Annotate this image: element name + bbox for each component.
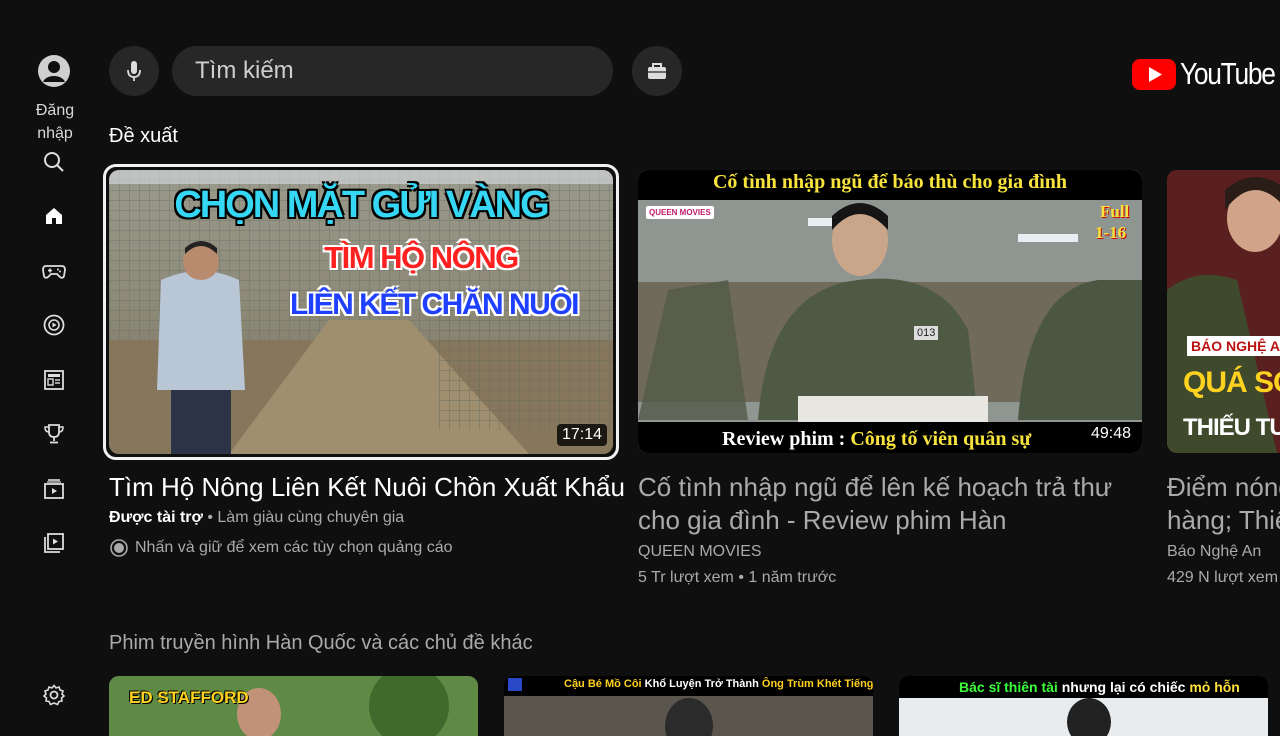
duration-badge: 17:14 xyxy=(556,424,607,446)
search-icon xyxy=(44,152,64,172)
video-thumbnail[interactable]: Cậu Bé Mồ Côi Khổ Luyện Trở Thành Ông Tr… xyxy=(504,676,873,736)
thumbnail-text-2: TÌM HỘ NÔNG xyxy=(324,240,519,275)
movies-icon xyxy=(44,479,64,499)
thumbnail-scene xyxy=(1167,170,1280,453)
video-meta: Được tài trợ • Làm giàu cùng chuyên gia xyxy=(109,509,405,526)
youtube-logo: YouTube xyxy=(1132,56,1280,92)
video-title[interactable]: Cố tình nhập ngũ để lên kế hoạch trả thư… xyxy=(638,471,1112,537)
sign-in-label[interactable]: Đăng nhập xyxy=(20,99,90,145)
thumbnail-text: Bác sĩ thiên tài nhưng lại có chiếc mỏ h… xyxy=(959,679,1240,695)
sidebar-item-home[interactable] xyxy=(39,201,69,231)
sidebar-item-sports[interactable] xyxy=(39,419,69,449)
voice-search-button[interactable] xyxy=(109,46,159,96)
channel-name: Làm giàu cùng chuyên gia xyxy=(217,509,405,526)
briefcase-icon xyxy=(648,63,666,79)
video-thumbnail[interactable]: BÁO NGHỆ A QUÁ SỐC THIẾU TƯỚN xyxy=(1167,170,1280,453)
thumbnail-full: Full xyxy=(1100,202,1130,221)
name-tag: 013 xyxy=(914,326,939,340)
channel-name: QUEEN MOVIES xyxy=(638,543,762,560)
thumbnail-text-1: CHỌN MẶT GỬI VÀNG xyxy=(174,184,549,226)
section-title-korean-dramas: Phim truyền hình Hàn Quốc và các chủ đề … xyxy=(109,632,533,654)
microphone-icon xyxy=(127,61,141,81)
home-icon xyxy=(46,208,62,224)
thumbnail-episodes: 1-16 xyxy=(1095,223,1127,242)
search-box[interactable] xyxy=(172,46,613,96)
news-icon xyxy=(44,370,64,390)
ad-hint: Nhấn và giữ để xem các tùy chọn quảng cá… xyxy=(109,538,453,558)
video-title[interactable]: Điểm nóng hàng; Thiế xyxy=(1167,471,1280,537)
sidebar-item-music[interactable] xyxy=(39,310,69,340)
thumbnail-text: ED STAFFORD xyxy=(129,688,249,707)
gaming-icon xyxy=(42,265,66,279)
thumbnail-text-1: QUÁ SỐC xyxy=(1183,366,1280,399)
sponsored-label: Được tài trợ xyxy=(109,509,203,526)
thumbnail-text: Cậu Bé Mồ Côi Khổ Luyện Trở Thành Ông Tr… xyxy=(564,678,873,690)
sidebar-item-settings[interactable] xyxy=(39,680,69,710)
search-input[interactable] xyxy=(172,46,575,96)
playlist-icon xyxy=(44,533,64,553)
sidebar-item-search[interactable] xyxy=(39,147,69,177)
settings-icon xyxy=(43,684,65,706)
music-icon xyxy=(43,314,65,336)
video-thumbnail[interactable]: CHỌN MẶT GỬI VÀNG TÌM HỘ NÔNG LIÊN KẾT C… xyxy=(109,170,613,454)
sidebar-item-gaming[interactable] xyxy=(39,256,69,286)
sidebar-item-news[interactable] xyxy=(39,365,69,395)
sidebar-item-playlists[interactable] xyxy=(39,528,69,558)
video-stats: 5 Tr lượt xem • 1 năm trước xyxy=(638,569,837,586)
radio-dot-icon xyxy=(110,539,128,557)
logo-text: YouTube xyxy=(1180,56,1276,91)
trophy-icon xyxy=(44,424,64,444)
thumbnail-caption-bottom: Review phim : Công tố viên quân sự xyxy=(722,428,1032,450)
thumbnail-badge: BÁO NGHỆ A xyxy=(1187,336,1280,356)
thumbnail-caption-top: Cố tình nhập ngũ để báo thù cho gia đình xyxy=(712,171,1068,193)
duration-badge: 49:48 xyxy=(1085,423,1136,445)
video-thumbnail[interactable]: ED STAFFORD xyxy=(109,676,478,736)
video-title[interactable]: Tìm Hộ Nông Liên Kết Nuôi Chồn Xuất Khẩu xyxy=(109,471,625,504)
channel-name: Báo Nghệ An xyxy=(1167,543,1262,560)
thumbnail-text-3: LIÊN KẾT CHĂN NUÔI xyxy=(290,288,580,321)
youtube-play-icon xyxy=(1132,58,1176,90)
thumbnail-text-2: THIẾU TƯỚN xyxy=(1183,414,1280,441)
section-title-recommended: Đề xuất xyxy=(109,125,178,147)
cast-button[interactable] xyxy=(632,46,682,96)
video-thumbnail[interactable]: Cố tình nhập ngũ để báo thù cho gia đình… xyxy=(638,170,1142,453)
video-thumbnail[interactable]: Bác sĩ thiên tài nhưng lại có chiếc mỏ h… xyxy=(899,676,1268,736)
sidebar-item-movies[interactable] xyxy=(39,474,69,504)
account-icon xyxy=(38,55,70,87)
thumbnail-badge: QUEEN MOVIES xyxy=(646,206,714,219)
sign-in-button[interactable] xyxy=(37,54,71,88)
channel-logo-icon xyxy=(508,678,522,691)
video-stats: 429 N lượt xem xyxy=(1167,569,1279,586)
